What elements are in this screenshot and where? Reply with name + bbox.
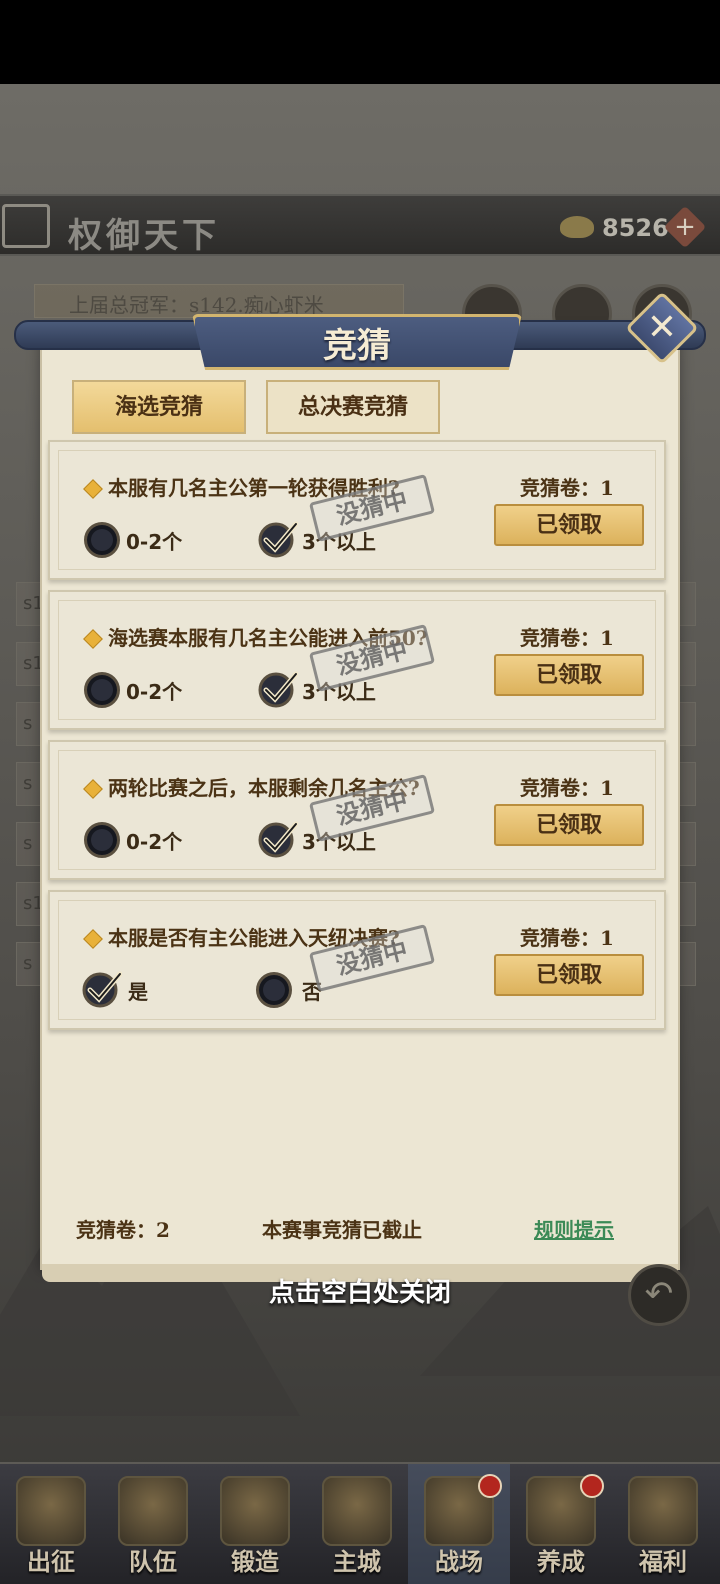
- nav-item-cultivate[interactable]: 养成: [510, 1464, 612, 1584]
- gift-building-icon: [628, 1476, 698, 1546]
- bottom-nav: 出征 队伍 锻造 主城 战场 养成 福利: [0, 1462, 720, 1584]
- nav-item-expedition[interactable]: 出征: [0, 1464, 102, 1584]
- currency-display: 8526 +: [560, 205, 710, 249]
- rules-link[interactable]: 规则提示: [534, 1214, 614, 1243]
- radio-unchecked-icon[interactable]: [84, 822, 120, 858]
- anvil-icon: [220, 1476, 290, 1546]
- ticket-total: 竞猜卷：2: [76, 1218, 170, 1242]
- champion-text: 上届总冠军：s142.痴心虾米: [69, 293, 324, 317]
- nav-item-main-city[interactable]: 主城: [306, 1464, 408, 1584]
- nav-item-welfare[interactable]: 福利: [612, 1464, 714, 1584]
- nav-item-team[interactable]: 队伍: [102, 1464, 204, 1584]
- currency-value: 8526: [602, 214, 669, 242]
- background-row-text: s: [23, 953, 33, 974]
- close-icon: ✕: [646, 307, 678, 348]
- close-hint[interactable]: 点击空白处关闭: [0, 1272, 720, 1309]
- ticket-reward: 竞猜卷：1: [520, 926, 614, 950]
- nav-label: 主城: [333, 1547, 381, 1576]
- claimed-button[interactable]: 已领取: [494, 954, 644, 996]
- header-title: 权御天下: [68, 216, 220, 256]
- background-row-text: s: [23, 713, 33, 734]
- tab-preliminary-guess[interactable]: 海选竞猜: [72, 380, 246, 434]
- background-row-text: s: [23, 773, 33, 794]
- check-selected-icon[interactable]: [258, 518, 298, 558]
- option-label: 0-2个: [126, 830, 183, 854]
- gold-ingot-icon: [560, 216, 594, 238]
- option-label: 是: [128, 980, 148, 1004]
- modal-title: 竞猜: [323, 326, 391, 366]
- option-label: 0-2个: [126, 680, 183, 704]
- plus-icon: +: [674, 212, 696, 242]
- nav-label: 出征: [27, 1547, 75, 1576]
- radio-unchecked-icon[interactable]: [84, 522, 120, 558]
- radio-unchecked-icon[interactable]: [84, 672, 120, 708]
- guess-closed-status: 本赛事竞猜已截止: [262, 1218, 422, 1242]
- status-bar: [0, 0, 720, 84]
- palace-icon: [322, 1476, 392, 1546]
- ticket-reward: 竞猜卷：1: [520, 476, 614, 500]
- check-selected-icon[interactable]: [258, 668, 298, 708]
- notification-badge: [580, 1474, 604, 1498]
- warrior-icon: [118, 1476, 188, 1546]
- nav-label: 养成: [537, 1547, 585, 1576]
- ticket-reward: 竞猜卷：1: [520, 626, 614, 650]
- crossed-swords-icon: [16, 1476, 86, 1546]
- nav-label: 福利: [639, 1547, 687, 1576]
- tab-final-guess[interactable]: 总决赛竞猜: [266, 380, 440, 434]
- add-currency-button[interactable]: +: [663, 205, 707, 249]
- back-arrow-button[interactable]: ↶: [628, 1264, 690, 1326]
- nav-label: 锻造: [231, 1547, 279, 1576]
- check-selected-icon[interactable]: [82, 968, 122, 1008]
- claimed-button[interactable]: 已领取: [494, 804, 644, 846]
- nav-label: 队伍: [129, 1547, 177, 1576]
- header-bar: 权御天下 8526 +: [0, 194, 720, 256]
- champion-banner: 上届总冠军：s142.痴心虾米: [34, 284, 404, 318]
- nav-item-battlefield[interactable]: 战场: [408, 1464, 510, 1584]
- check-selected-icon[interactable]: [258, 818, 298, 858]
- claimed-button[interactable]: 已领取: [494, 504, 644, 546]
- back-arrow-icon: ↶: [644, 1274, 674, 1314]
- notification-badge: [478, 1474, 502, 1498]
- question-card: 海选赛本服有几名主公能进入前50? 竞猜卷：1 已领取 0-2个 3个以上 没猜…: [48, 590, 666, 730]
- question-card: 本服有几名主公第一轮获得胜利? 竞猜卷：1 已领取 0-2个 3个以上 没猜中: [48, 440, 666, 580]
- ticket-reward: 竞猜卷：1: [520, 776, 614, 800]
- option-label: 0-2个: [126, 530, 183, 554]
- nav-label: 战场: [435, 1547, 483, 1576]
- question-card: 本服是否有主公能进入天纽决赛? 竞猜卷：1 已领取 是 否 没猜中: [48, 890, 666, 1030]
- claimed-button[interactable]: 已领取: [494, 654, 644, 696]
- background-row-text: s: [23, 833, 33, 854]
- radio-unchecked-icon[interactable]: [256, 972, 292, 1008]
- nav-item-forge[interactable]: 锻造: [204, 1464, 306, 1584]
- back-emblem-icon[interactable]: [2, 204, 50, 248]
- question-card: 两轮比赛之后，本服剩余几名主公? 竞猜卷：1 已领取 0-2个 3个以上 没猜中: [48, 740, 666, 880]
